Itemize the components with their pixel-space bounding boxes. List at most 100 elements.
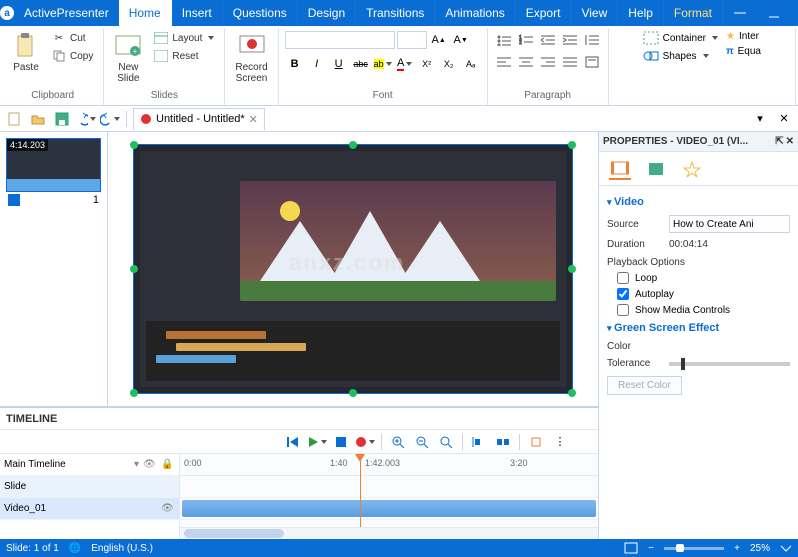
timeline-tracks-area[interactable]: 0:00 1:40 1:42.003 3:20 (180, 454, 598, 539)
stop-button[interactable] (331, 432, 351, 452)
increase-indent-button[interactable] (560, 30, 580, 50)
tab-format[interactable]: Format (664, 0, 723, 26)
copy-button[interactable]: Copy (48, 48, 97, 64)
save-button[interactable] (52, 109, 72, 129)
open-button[interactable] (28, 109, 48, 129)
canvas-stage[interactable]: anxz.com (108, 132, 598, 406)
underline-button[interactable]: U (329, 54, 349, 74)
zoom-in-status-button[interactable]: + (734, 543, 740, 554)
superscript-button[interactable]: X² (417, 54, 437, 74)
new-doc-button[interactable] (4, 109, 24, 129)
tolerance-slider[interactable] (669, 362, 790, 366)
redo-button[interactable] (100, 109, 120, 129)
decrease-font-button[interactable]: A▼ (451, 30, 471, 50)
new-slide-button[interactable]: + New Slide (110, 30, 146, 86)
maximize-button[interactable] (791, 0, 798, 26)
zoom-out-status-button[interactable]: − (648, 543, 654, 554)
fit-view-button[interactable] (624, 542, 638, 554)
timeline-ruler[interactable]: 0:00 1:40 1:42.003 3:20 (180, 454, 598, 476)
paste-button[interactable]: Paste (8, 30, 44, 75)
timeline-track-selector[interactable]: Main Timeline ▾ 👁 🔒 (0, 454, 179, 476)
eye-icon[interactable]: 👁 (161, 503, 175, 514)
bold-button[interactable]: B (285, 54, 305, 74)
layout-button[interactable]: Layout (150, 30, 218, 46)
zoom-slider-thumb[interactable] (676, 544, 684, 552)
show-controls-checkbox-row[interactable]: Show Media Controls (607, 302, 790, 318)
equation-button[interactable]: πEqua (724, 45, 763, 58)
clear-format-button[interactable]: Aₐ (461, 54, 481, 74)
lock-icon[interactable]: 🔒 (161, 459, 175, 470)
panel-pin-button[interactable]: ⇱ (775, 136, 783, 147)
resize-handle[interactable] (130, 141, 138, 149)
cut-button[interactable]: ✂Cut (48, 30, 97, 46)
split-button[interactable] (493, 432, 513, 452)
tab-view[interactable]: View (571, 0, 618, 26)
reset-color-button[interactable]: Reset Color (607, 376, 682, 395)
tab-export[interactable]: Export (516, 0, 572, 26)
loop-checkbox-row[interactable]: Loop (607, 270, 790, 286)
align-right-button[interactable] (538, 52, 558, 72)
zoom-out-button[interactable] (412, 432, 432, 452)
record-audio-button[interactable] (355, 432, 375, 452)
numbering-button[interactable]: 12 (516, 30, 536, 50)
align-center-button[interactable] (516, 52, 536, 72)
eye-icon[interactable]: 👁 (143, 459, 157, 470)
tab-animations[interactable]: Animations (435, 0, 515, 26)
tab-transitions[interactable]: Transitions (356, 0, 435, 26)
slide-track[interactable] (180, 476, 598, 498)
vertical-align-button[interactable] (582, 52, 602, 72)
shapes-button[interactable]: Shapes (641, 48, 720, 64)
record-screen-button[interactable]: Record Screen (231, 30, 271, 86)
options-button[interactable] (723, 0, 757, 26)
more-button[interactable]: ⋮ (550, 432, 570, 452)
slider-thumb[interactable] (681, 358, 685, 370)
tab-insert[interactable]: Insert (172, 0, 223, 26)
subscript-button[interactable]: X₂ (439, 54, 459, 74)
highlight-button[interactable]: ab (373, 54, 393, 74)
props-tab-media[interactable] (609, 158, 631, 180)
zoom-in-button[interactable] (388, 432, 408, 452)
autoplay-checkbox-row[interactable]: Autoplay (607, 286, 790, 302)
tab-home[interactable]: Home (119, 0, 172, 26)
resize-handle[interactable] (349, 141, 357, 149)
tab-design[interactable]: Design (298, 0, 356, 26)
italic-button[interactable]: I (307, 54, 327, 74)
slide-thumbnail-1[interactable]: 4:14.203 (6, 138, 101, 192)
track-video[interactable]: Video_01👁 (0, 498, 179, 520)
decrease-indent-button[interactable] (538, 30, 558, 50)
props-tab-actions[interactable] (681, 158, 703, 180)
resize-handle[interactable] (349, 389, 357, 397)
video-track[interactable] (180, 498, 598, 520)
section-green-screen[interactable]: Green Screen Effect (607, 318, 790, 338)
resize-handle[interactable] (130, 389, 138, 397)
insert-time-button[interactable] (526, 432, 546, 452)
close-tab-button[interactable]: ✕ (249, 113, 258, 126)
align-left-button[interactable] (494, 52, 514, 72)
strike-button[interactable]: abc (351, 54, 371, 74)
video-clip[interactable] (182, 500, 596, 517)
timeline-scrollbar[interactable] (180, 527, 598, 539)
bullets-button[interactable] (494, 30, 514, 50)
font-family-combo[interactable] (285, 31, 395, 49)
source-input[interactable] (669, 215, 790, 233)
autoplay-checkbox[interactable] (617, 288, 629, 300)
loop-checkbox[interactable] (617, 272, 629, 284)
interaction-button[interactable]: ★Inter (724, 30, 763, 43)
zoom-slider[interactable] (664, 547, 724, 550)
props-tab-style[interactable] (645, 158, 667, 180)
skip-start-button[interactable] (283, 432, 303, 452)
zoom-fit-button[interactable] (436, 432, 456, 452)
resize-handle[interactable] (568, 389, 576, 397)
line-spacing-button[interactable] (582, 30, 602, 50)
section-video[interactable]: Video (607, 192, 790, 212)
font-size-combo[interactable] (397, 31, 427, 49)
container-button[interactable]: Container (641, 30, 720, 46)
panel-close-button[interactable]: ✕ (786, 136, 794, 147)
video-object[interactable]: anxz.com (133, 144, 573, 394)
play-button[interactable] (307, 432, 327, 452)
status-language[interactable]: English (U.S.) (91, 543, 153, 554)
tab-help[interactable]: Help (618, 0, 664, 26)
resize-handle[interactable] (130, 265, 138, 273)
tab-questions[interactable]: Questions (223, 0, 298, 26)
panel-close-button[interactable]: ✕ (774, 109, 794, 129)
